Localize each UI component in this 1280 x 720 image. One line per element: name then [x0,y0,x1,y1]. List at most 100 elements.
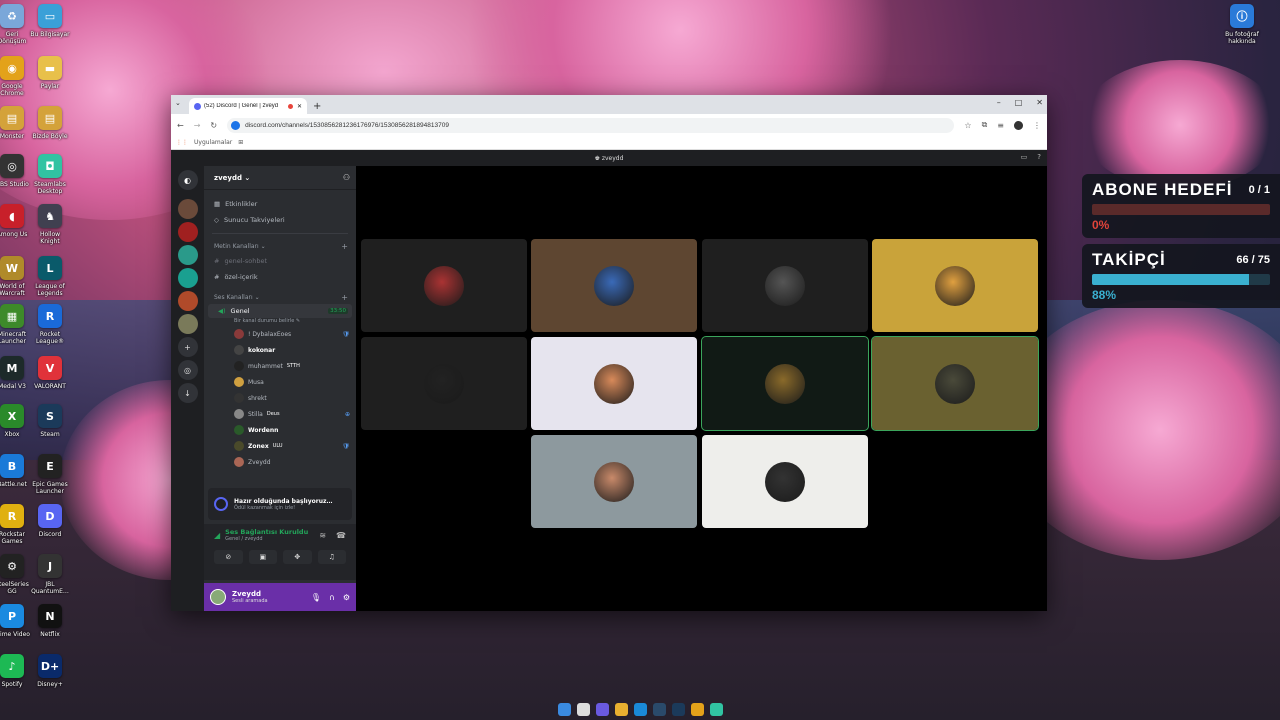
voice-channel[interactable]: ◀) Genel 33:50 [208,304,352,318]
server-icon[interactable] [177,199,198,219]
streamlabs-taskbar-icon[interactable] [709,702,723,716]
participant-tile[interactable] [531,239,697,332]
file-explorer-icon[interactable] [614,702,628,716]
desktop-icon[interactable]: V VALORANT [25,356,75,390]
media-icon[interactable]: ≡ [997,121,1004,130]
participant-tile[interactable] [702,239,868,332]
chrome-taskbar-icon[interactable] [690,702,704,716]
invite-icon[interactable]: ⚇ [343,173,350,182]
participant-tile[interactable] [361,239,527,332]
address-bar[interactable]: discord.com/channels/1530856281236176976… [227,117,955,133]
browser-tab[interactable]: (52) Discord | Genel | zveyd ✕ [189,98,307,114]
help-icon[interactable]: ? [1037,153,1041,161]
desktop-icon[interactable]: S Steam [25,404,75,438]
quest-ribbon[interactable]: Hazır olduğunda başlıyoruz… Ödül kazanma… [208,488,352,520]
steam-taskbar-icon[interactable] [671,702,685,716]
noise-suppression-icon[interactable]: ≋ [319,531,326,540]
channel-item[interactable]: # özel-içerik [204,269,356,285]
discover-icon[interactable]: ◎ [177,360,198,380]
events-item[interactable]: ▦ Etkinlikler [204,196,356,212]
server-icon[interactable] [177,222,198,242]
microphone-icon[interactable]: 🎙 [311,593,321,602]
participant-tile[interactable] [871,336,1039,431]
boosts-item[interactable]: ◇ Sunucu Takviyeleri [204,212,356,228]
minimize-button[interactable]: – [997,98,1001,107]
voice-member[interactable]: kokonar [204,342,356,358]
voice-status[interactable]: Bir kanal durumu belirle ✎ [204,318,356,326]
voice-member[interactable]: Zveydd [204,454,356,470]
reload-icon[interactable]: ↻ [210,121,217,130]
menu-icon[interactable]: ⋮ [1033,121,1041,130]
maximize-button[interactable]: □ [1015,98,1023,107]
server-icon[interactable] [177,245,198,265]
activities-button[interactable]: ✥ [283,550,312,564]
voice-member[interactable]: Wordenn [204,422,356,438]
site-info-icon[interactable] [231,120,241,130]
channel-item[interactable]: # genel-sohbet [204,253,356,269]
close-button[interactable]: ✕ [1036,98,1043,107]
new-tab-button[interactable]: + [313,101,321,112]
text-category[interactable]: Metin Kanalları ⌄ + [204,239,356,253]
voice-member[interactable]: muhammet STTH [204,358,356,374]
participant-tile[interactable] [531,337,697,430]
add-channel-icon[interactable]: + [341,293,348,302]
desktop-icon[interactable]: ▤ Bizde Böyle [25,106,75,140]
participant-tile[interactable] [361,337,527,430]
apps-grid-icon[interactable]: ⋮⋮ [176,139,188,146]
desktop-icon[interactable]: N Netflix [25,604,75,638]
start-icon[interactable] [557,702,571,716]
desktop-icon[interactable]: ◘ Steamlabs Desktop [25,154,75,195]
server-icon-active[interactable] [177,314,198,334]
screen-share-button[interactable]: ▣ [248,550,277,564]
server-header[interactable]: zveydd ⌄ ⚇ [204,166,356,190]
tab-close-icon[interactable]: ✕ [297,103,302,110]
copilot-icon[interactable] [595,702,609,716]
edge-icon[interactable] [633,702,647,716]
soundboard-button[interactable]: ♫ [317,550,346,564]
add-server-icon[interactable]: + [177,337,198,357]
signal-icon[interactable]: ◢ [214,531,220,540]
profile-avatar[interactable] [1014,120,1023,130]
desktop-icon[interactable]: R Rocket League® [25,304,75,345]
desktop-icon[interactable]: ♞ Hollow Knight [25,204,75,245]
server-icon[interactable] [177,291,198,311]
desktop-icon[interactable]: J JBL QuantumE… [25,554,75,595]
camera-button[interactable]: ⊘ [214,550,243,564]
participant-tile[interactable] [531,435,697,528]
back-icon[interactable]: ← [177,121,184,130]
voice-member[interactable]: shrekt [204,390,356,406]
voice-member[interactable]: Zonex ULU 🛡 [204,438,356,454]
bookmark-star-icon[interactable]: ☆ [964,121,971,130]
participant-tile[interactable] [872,239,1038,332]
tab-groups-icon[interactable]: ⊞ [238,139,243,146]
participant-tile[interactable] [702,435,868,528]
extensions-icon[interactable]: ⧉ [982,120,988,130]
download-icon[interactable]: ↓ [177,383,198,403]
voice-category[interactable]: Ses Kanalları ⌄ + [204,290,356,304]
search-icon[interactable] [576,702,590,716]
desktop-icon[interactable]: ⓘ Bu fotoğraf hakkında [1217,4,1267,45]
voice-member[interactable]: Stilla Deus ⊕ [204,406,356,422]
desktop-icon[interactable]: D Discord [25,504,75,538]
store-icon[interactable] [652,702,666,716]
desktop-icon[interactable]: ▬ Paylar [25,56,75,90]
bookmark-apps[interactable]: Uygulamalar [194,139,232,146]
avatar[interactable] [210,589,226,605]
settings-gear-icon[interactable]: ⚙ [343,593,350,602]
voice-member[interactable]: ! DybalaxEoes 🛡 [204,326,356,342]
inbox-icon[interactable]: ▭ [1021,153,1028,161]
headphones-icon[interactable]: ∩ [329,593,335,602]
server-icon[interactable] [177,268,198,288]
disconnect-icon[interactable]: ☎ [336,531,346,540]
forward-icon[interactable]: → [194,121,201,130]
desktop-icon[interactable]: D+ Disney+ [25,654,75,688]
desktop-icon-label: Minecraft Launcher [0,331,27,345]
desktop-icon[interactable]: E Epic Games Launcher [25,454,75,495]
desktop-icon[interactable]: ▭ Bu Bilgisayar [25,4,75,38]
add-channel-icon[interactable]: + [341,242,348,251]
discord-home-icon[interactable]: ◐ [177,170,198,190]
voice-member[interactable]: Musa [204,374,356,390]
desktop-icon[interactable]: L League of Legends [25,256,75,297]
participant-tile[interactable] [701,336,869,431]
tab-search-icon[interactable]: ⌄ [175,99,181,107]
